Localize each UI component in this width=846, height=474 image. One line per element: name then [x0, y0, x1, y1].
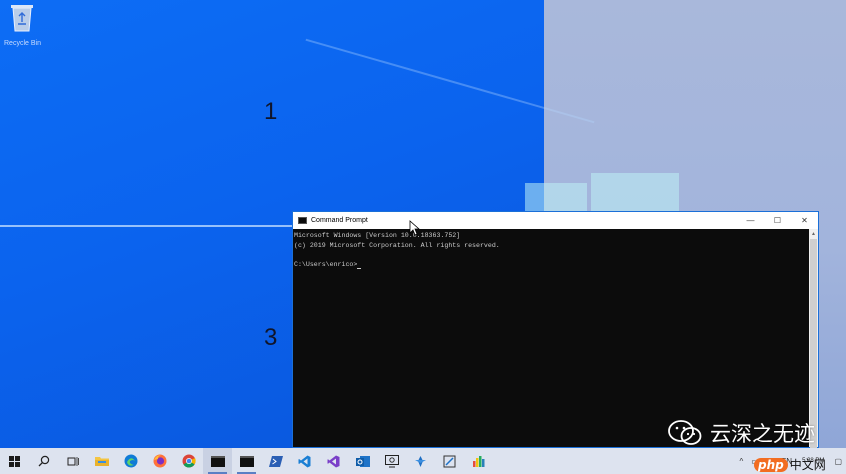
- visual-studio-task[interactable]: [319, 448, 348, 474]
- console-prompt-line: C:\Users\enrico>: [294, 260, 809, 269]
- outlook-icon: [355, 455, 370, 467]
- windows-icon: [9, 455, 20, 467]
- php-cn-text: 中文网: [789, 458, 826, 472]
- recycle-bin-label: Recycle Bin: [4, 40, 41, 47]
- start-button[interactable]: [0, 448, 29, 474]
- taskbar: ^ ▭ ◁ EN 5:38 PM ▢: [0, 448, 846, 474]
- edge-icon: [124, 454, 137, 468]
- search-button[interactable]: [29, 448, 58, 474]
- app-icon: [443, 455, 456, 467]
- screen-icon: [384, 454, 399, 467]
- cmd-scrollbar[interactable]: ▲: [809, 229, 818, 451]
- task-view-button[interactable]: [58, 448, 87, 474]
- terminal-icon: [239, 455, 254, 467]
- cmd-console[interactable]: Microsoft Windows [Version 10.0.18363.75…: [293, 229, 809, 447]
- powershell-task[interactable]: [261, 448, 290, 474]
- cmd-titlebar[interactable]: Command Prompt — ☐ ✕: [293, 212, 818, 229]
- mouse-pointer-icon: [409, 220, 421, 236]
- search-icon: [38, 455, 49, 467]
- zone-number-3: 3: [264, 324, 278, 351]
- visual-studio-icon: [327, 455, 340, 467]
- chrome-browser[interactable]: [174, 448, 203, 474]
- recycle-bin-icon: [11, 5, 33, 32]
- zone-number-1: 1: [264, 98, 278, 125]
- firefox-browser[interactable]: [145, 448, 174, 474]
- console-line: Microsoft Windows [Version 10.0.18363.75…: [294, 232, 461, 239]
- chrome-icon: [182, 454, 196, 468]
- watermark-wechat: 云深之无迹: [668, 418, 815, 448]
- recycle-bin[interactable]: Recycle Bin: [4, 2, 41, 47]
- app-15-task[interactable]: [435, 448, 464, 474]
- terminal-icon: [210, 455, 225, 467]
- edge-browser[interactable]: [116, 448, 145, 474]
- vscode-task[interactable]: [290, 448, 319, 474]
- file-explorer[interactable]: [87, 448, 116, 474]
- firefox-icon: [153, 454, 166, 468]
- console-line: (c) 2019 Microsoft Corporation. All righ…: [294, 241, 500, 249]
- app-icon: [415, 455, 426, 467]
- console-prompt: C:\Users\enrico>: [294, 260, 358, 268]
- scroll-up-icon[interactable]: ▲: [810, 231, 817, 237]
- cmd-title: Command Prompt: [311, 217, 368, 224]
- minimize-button[interactable]: —: [737, 212, 764, 229]
- command-prompt-window[interactable]: Command Prompt — ☐ ✕ Microsoft Windows […: [292, 211, 819, 451]
- command-prompt-task[interactable]: [203, 448, 232, 474]
- folder-icon: [94, 457, 109, 466]
- app-14-task[interactable]: [406, 448, 435, 474]
- app-16-task[interactable]: [464, 448, 493, 474]
- outlook-task[interactable]: [348, 448, 377, 474]
- php-badge: php: [754, 457, 788, 472]
- task-view-icon: [67, 456, 79, 466]
- wechat-icon: [668, 420, 702, 445]
- screen-tool-task[interactable]: [377, 448, 406, 474]
- maximize-button[interactable]: ☐: [764, 212, 791, 229]
- notification-icon[interactable]: ▢: [834, 457, 842, 466]
- vscode-icon: [298, 455, 311, 467]
- chevron-up-icon[interactable]: ^: [739, 457, 743, 466]
- text-cursor: [357, 268, 362, 269]
- watermark-php: php 中文网: [754, 456, 826, 473]
- close-button[interactable]: ✕: [791, 212, 818, 229]
- app-icon: [473, 455, 485, 467]
- terminal-2-task[interactable]: [232, 448, 261, 474]
- powershell-icon: [268, 455, 283, 467]
- cmd-app-icon[interactable]: [298, 217, 307, 224]
- watermark-text: 云深之无迹: [710, 422, 815, 446]
